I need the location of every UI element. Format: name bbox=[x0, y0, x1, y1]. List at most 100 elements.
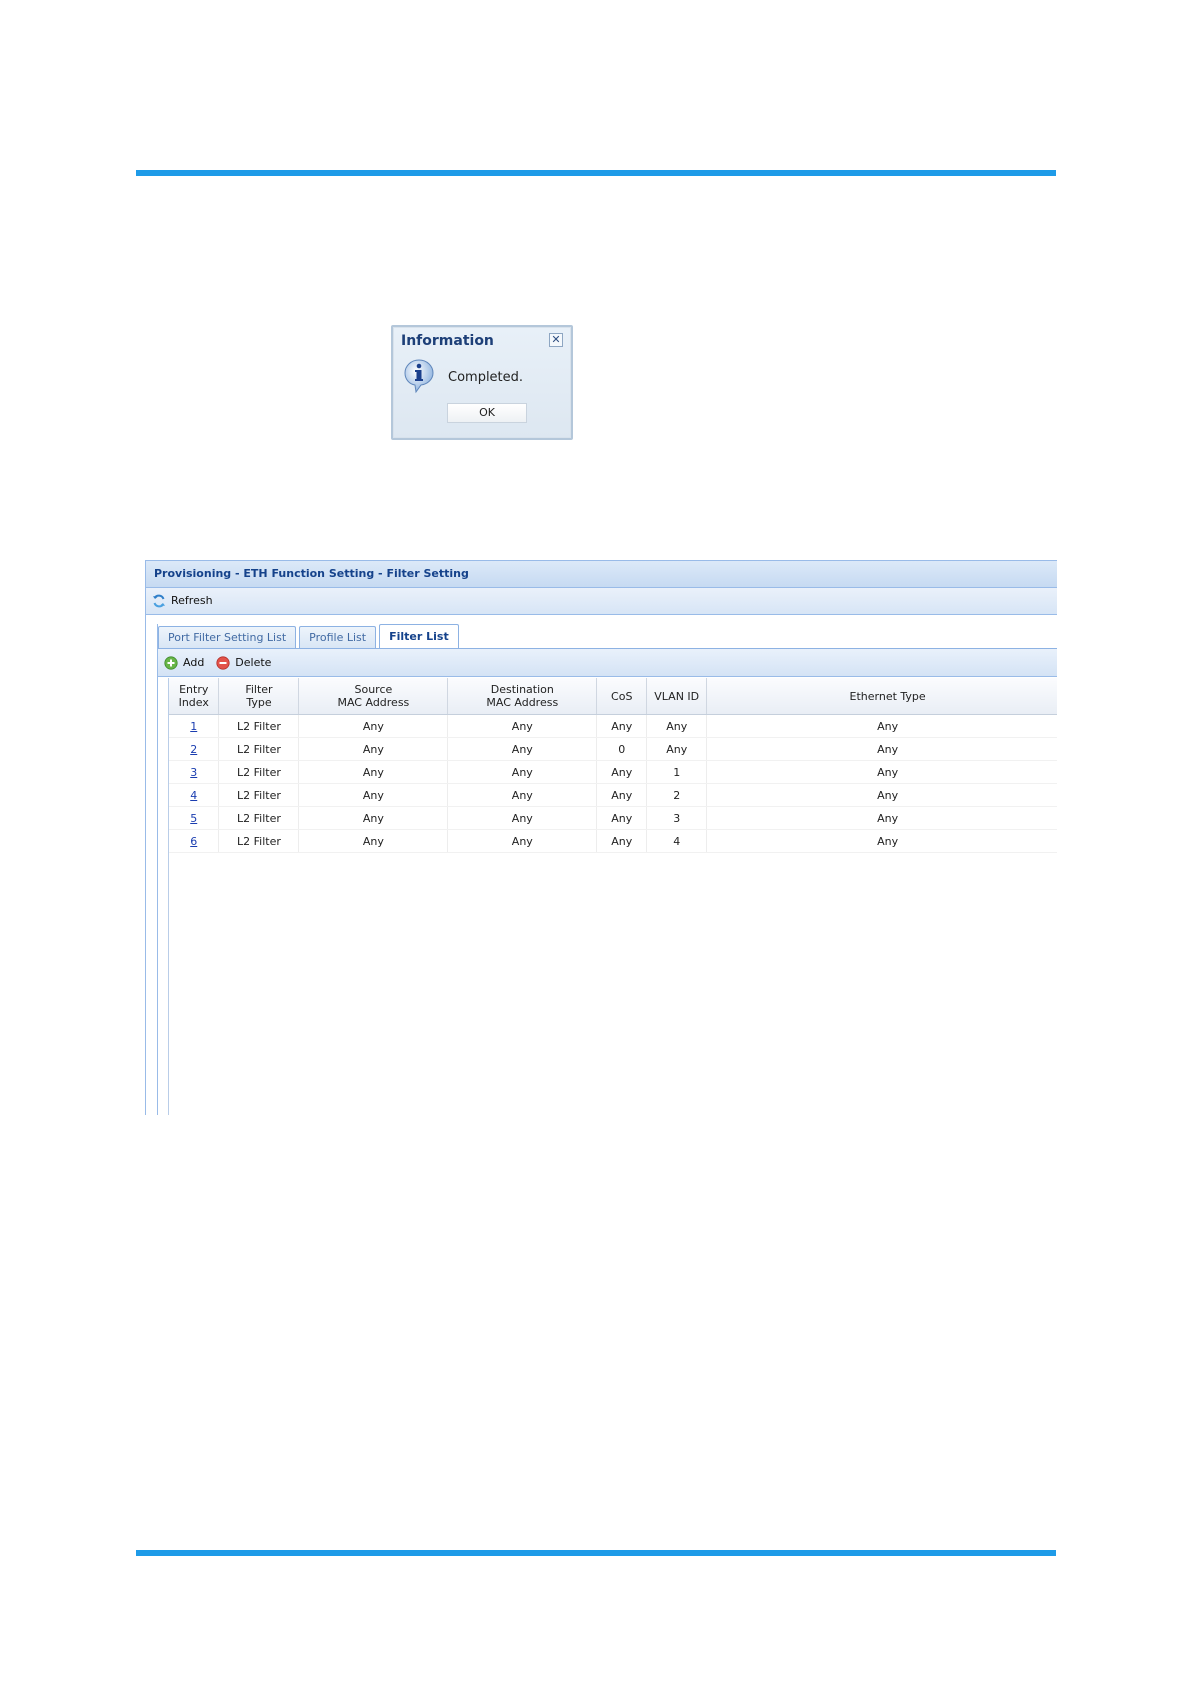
entry-index-link[interactable]: 3 bbox=[190, 766, 197, 779]
table-cell: Any bbox=[706, 760, 1057, 784]
column-header[interactable]: Entry Index bbox=[169, 678, 220, 715]
table-cell: L2 Filter bbox=[218, 760, 300, 784]
refresh-button[interactable]: Refresh bbox=[152, 588, 213, 614]
table-cell: 3 bbox=[169, 760, 220, 784]
column-header-line2: MAC Address bbox=[486, 696, 559, 709]
table-row[interactable]: 2 L2 Filter Any Any 0 Any Any bbox=[169, 737, 1057, 761]
table-row[interactable]: 6 L2 Filter Any Any Any 4 Any bbox=[169, 829, 1057, 853]
table-cell: Any bbox=[298, 737, 449, 761]
table-cell: Any bbox=[298, 783, 449, 807]
table-cell: L2 Filter bbox=[218, 714, 300, 738]
column-header-line1: Destination bbox=[490, 683, 554, 696]
info-icon bbox=[404, 359, 434, 394]
column-header-line2: Index bbox=[178, 696, 209, 709]
column-header-line2: MAC Address bbox=[337, 696, 410, 709]
column-header-line1: CoS bbox=[611, 689, 633, 703]
table-cell: Any bbox=[447, 806, 598, 830]
table-cell: L2 Filter bbox=[218, 737, 300, 761]
table-cell: 1 bbox=[646, 760, 708, 784]
table-cell: Any bbox=[447, 714, 598, 738]
column-header-line2: Type bbox=[246, 696, 272, 709]
table-cell: Any bbox=[596, 760, 648, 784]
filter-grid: Entry Index Filter Type Source MAC Address Des… bbox=[168, 678, 1057, 1115]
delete-label: Delete bbox=[235, 656, 272, 669]
table-cell: 3 bbox=[646, 806, 708, 830]
ok-button[interactable]: OK bbox=[447, 403, 527, 423]
table-cell: Any bbox=[298, 714, 449, 738]
table-cell: L2 Filter bbox=[218, 829, 300, 853]
refresh-label: Refresh bbox=[171, 594, 213, 607]
table-cell: Any bbox=[706, 737, 1057, 761]
column-header-line1: Entry bbox=[179, 683, 209, 696]
table-cell: Any bbox=[706, 783, 1057, 807]
add-icon bbox=[164, 655, 178, 670]
column-header[interactable]: Filter Type bbox=[218, 678, 300, 715]
dialog-message: Completed. bbox=[448, 370, 524, 385]
refresh-icon bbox=[153, 594, 165, 608]
table-body: 1 L2 Filter Any Any Any Any Any 2 L2 Filter Any An… bbox=[169, 714, 1057, 853]
table-cell: L2 Filter bbox=[218, 806, 300, 830]
filter-toolbar: Add Delete bbox=[158, 649, 1057, 677]
table-cell: 2 bbox=[169, 737, 220, 761]
column-header[interactable]: CoS bbox=[596, 678, 648, 715]
table-cell: Any bbox=[706, 714, 1057, 738]
table-cell: Any bbox=[596, 714, 648, 738]
table-cell: Any bbox=[447, 829, 598, 853]
column-header-line1: Ethernet Type bbox=[849, 689, 926, 703]
tab-port-filter-setting-list[interactable]: Port Filter Setting List bbox=[158, 626, 297, 648]
column-header[interactable]: Destination MAC Address bbox=[447, 678, 598, 715]
table-row[interactable]: 5 L2 Filter Any Any Any 3 Any bbox=[169, 806, 1057, 830]
entry-index-link[interactable]: 1 bbox=[190, 720, 197, 733]
table-row[interactable]: 4 L2 Filter Any Any Any 2 Any bbox=[169, 783, 1057, 807]
table-cell: Any bbox=[298, 760, 449, 784]
table-cell: 1 bbox=[169, 714, 220, 738]
tab-strip: Port Filter Setting List Profile List Fi… bbox=[158, 624, 1057, 649]
table-cell: Any bbox=[646, 737, 708, 761]
table-cell: 0 bbox=[596, 737, 648, 761]
delete-button[interactable]: Delete bbox=[216, 655, 272, 670]
add-label: Add bbox=[183, 656, 205, 669]
table-cell: 6 bbox=[169, 829, 220, 853]
column-header[interactable]: VLAN ID bbox=[646, 678, 708, 715]
close-icon[interactable]: ✕ bbox=[549, 333, 563, 347]
tab-profile-list[interactable]: Profile List bbox=[299, 626, 377, 648]
table-cell: Any bbox=[298, 806, 449, 830]
top-rule bbox=[136, 170, 1056, 176]
table-header-row: Entry Index Filter Type Source MAC Address Des… bbox=[169, 678, 1057, 715]
table-cell: 4 bbox=[169, 783, 220, 807]
table-cell: Any bbox=[706, 806, 1057, 830]
table-cell: 2 bbox=[646, 783, 708, 807]
filter-setting-panel: Provisioning - ETH Function Setting - Fi… bbox=[145, 560, 1057, 1115]
table-row[interactable]: 3 L2 Filter Any Any Any 1 Any bbox=[169, 760, 1057, 784]
entry-index-link[interactable]: 4 bbox=[190, 789, 197, 802]
table-cell: 4 bbox=[646, 829, 708, 853]
filter-content-area: Port Filter Setting List Profile List Fi… bbox=[157, 624, 1057, 1115]
table-cell: Any bbox=[298, 829, 449, 853]
column-header[interactable]: Source MAC Address bbox=[298, 678, 449, 715]
table-cell: Any bbox=[447, 760, 598, 784]
column-header[interactable]: Ethernet Type bbox=[706, 678, 1057, 715]
entry-index-link[interactable]: 2 bbox=[190, 743, 197, 756]
dialog-title: Information bbox=[401, 333, 494, 349]
table-cell: Any bbox=[596, 783, 648, 807]
filter-table: Entry Index Filter Type Source MAC Address Des… bbox=[169, 678, 1057, 853]
column-header-line1: Filter bbox=[245, 683, 273, 696]
information-dialog: Information ✕ Completed. OK bbox=[391, 325, 573, 440]
entry-index-link[interactable]: 6 bbox=[190, 835, 197, 848]
add-button[interactable]: Add bbox=[164, 655, 205, 670]
table-cell: Any bbox=[447, 737, 598, 761]
panel-title: Provisioning - ETH Function Setting - Fi… bbox=[146, 560, 1057, 588]
column-header-line1: VLAN ID bbox=[654, 689, 700, 703]
table-cell: Any bbox=[596, 829, 648, 853]
main-toolbar: Refresh bbox=[146, 588, 1057, 615]
table-row[interactable]: 1 L2 Filter Any Any Any Any Any bbox=[169, 714, 1057, 738]
table-cell: Any bbox=[447, 783, 598, 807]
table-cell: L2 Filter bbox=[218, 783, 300, 807]
delete-icon bbox=[216, 655, 230, 670]
table-cell: 5 bbox=[169, 806, 220, 830]
table-cell: Any bbox=[596, 806, 648, 830]
entry-index-link[interactable]: 5 bbox=[190, 812, 197, 825]
table-cell: Any bbox=[706, 829, 1057, 853]
column-header-line1: Source bbox=[354, 683, 393, 696]
tab-filter-list[interactable]: Filter List bbox=[379, 624, 459, 648]
